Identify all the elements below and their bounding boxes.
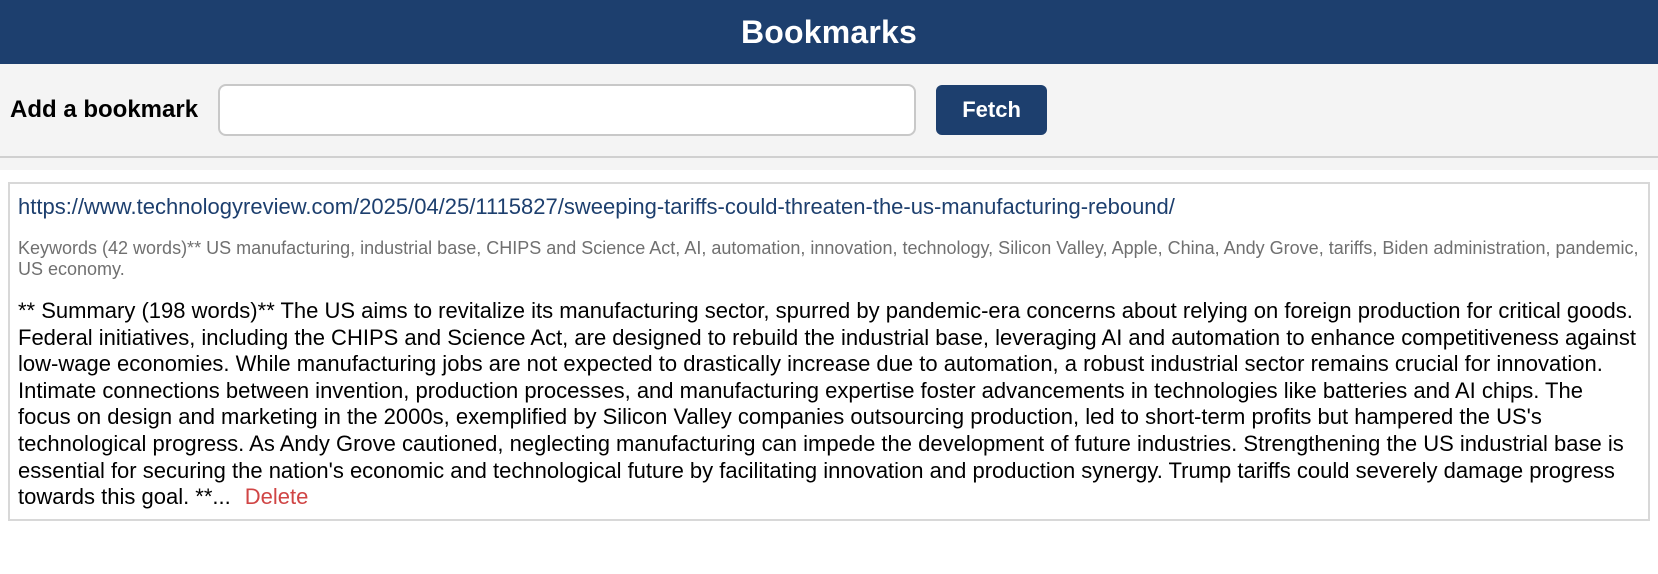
bookmark-keywords: Keywords (42 words)** US manufacturing, … [18, 238, 1639, 279]
bookmark-list: https://www.technologyreview.com/2025/04… [0, 170, 1658, 574]
page-title: Bookmarks [740, 13, 918, 50]
bookmark-card: https://www.technologyreview.com/2025/04… [8, 182, 1650, 521]
fetch-button[interactable]: Fetch [936, 85, 1048, 135]
delete-bookmark-button[interactable]: Delete [245, 484, 309, 509]
bookmark-summary-block: ** Summary (198 words)** The US aims to … [18, 298, 1640, 511]
app-header: Bookmarks [0, 0, 1658, 64]
bookmark-url-input[interactable] [218, 84, 917, 136]
bookmark-url-link[interactable]: https://www.technologyreview.com/2025/04… [18, 192, 1640, 222]
add-bookmark-bar: Add a bookmark Fetch [0, 64, 1658, 158]
add-bookmark-label: Add a bookmark [10, 96, 199, 123]
bookmark-summary: ** Summary (198 words)** The US aims to … [18, 298, 1636, 510]
